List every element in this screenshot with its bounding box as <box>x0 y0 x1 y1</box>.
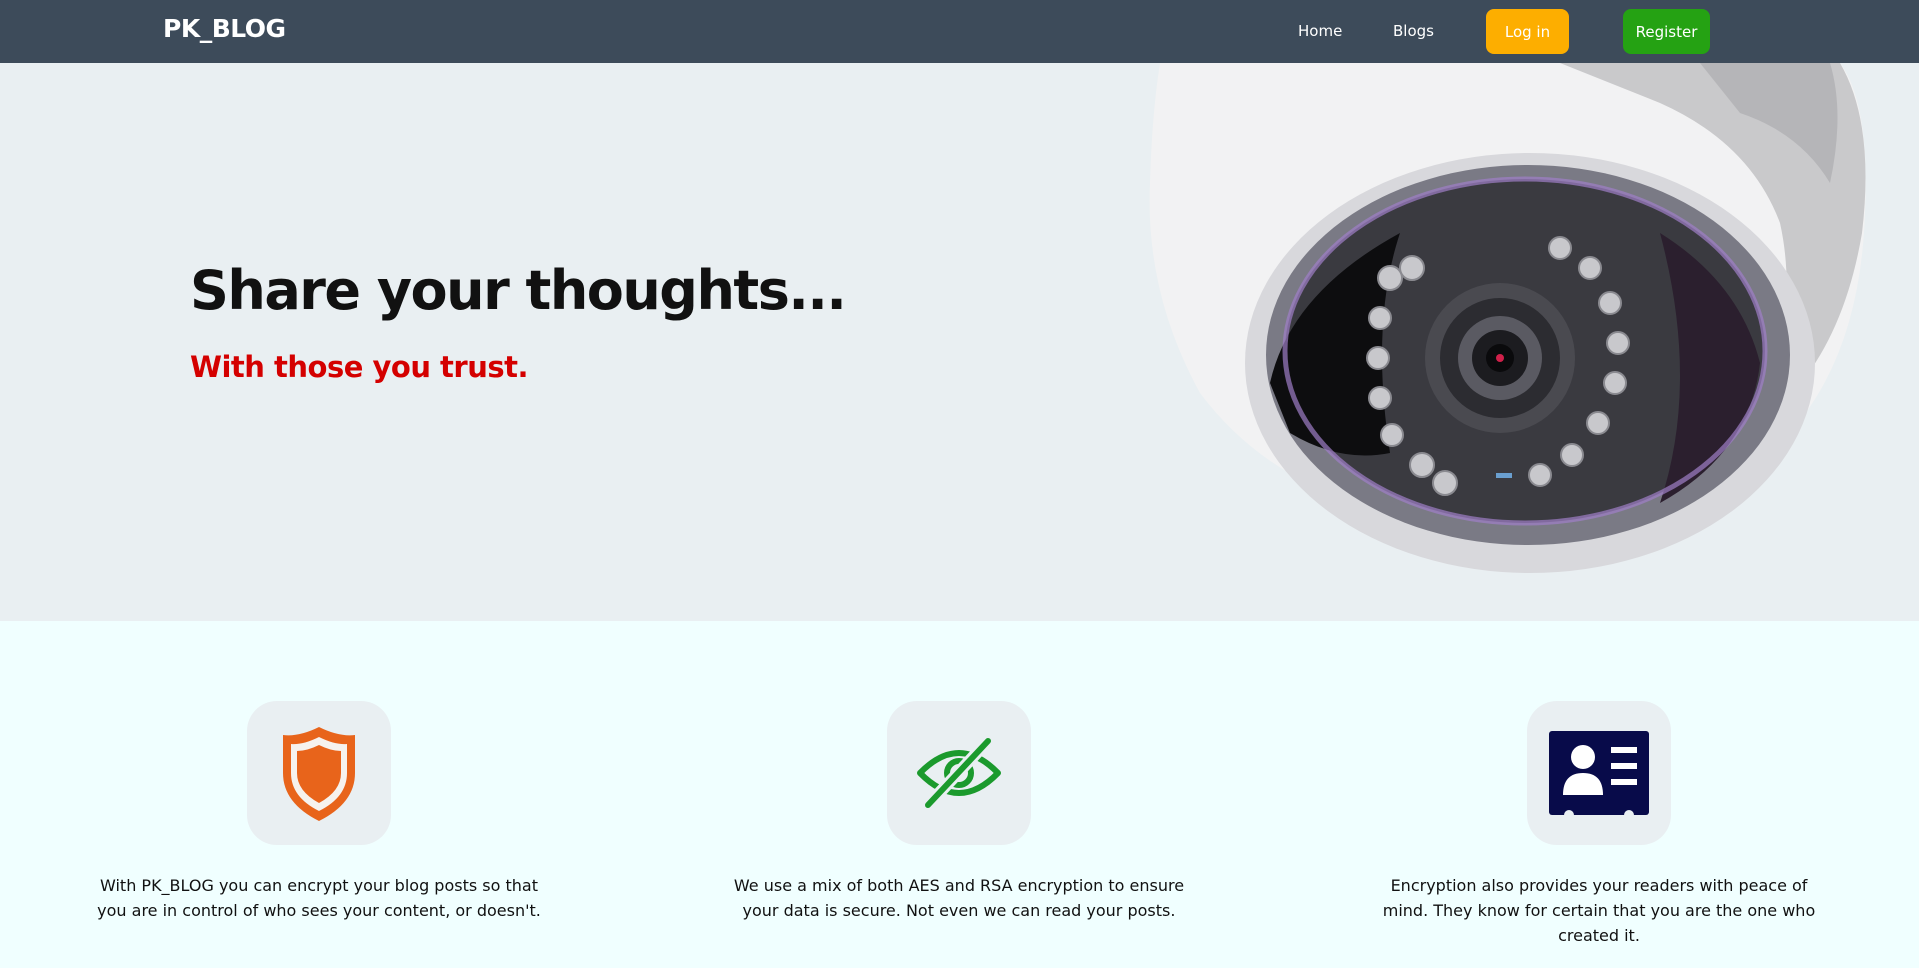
login-button[interactable]: Log in <box>1486 9 1569 54</box>
eye-slash-icon <box>887 701 1031 845</box>
hero-title: Share your thoughts... <box>190 259 847 322</box>
feature-card: With PK_BLOG you can encrypt your blog p… <box>19 701 619 923</box>
feature-text: Encryption also provides your readers wi… <box>1382 876 1816 945</box>
hero-subtitle: With those you trust. <box>190 350 529 384</box>
register-button[interactable]: Register <box>1623 9 1710 54</box>
nav-link-home[interactable]: Home <box>1298 22 1342 40</box>
shield-icon <box>247 701 391 845</box>
brand-logo[interactable]: PK_BLOG <box>163 14 286 43</box>
feature-text: With PK_BLOG you can encrypt your blog p… <box>97 876 541 920</box>
feature-text: We use a mix of both AES and RSA encrypt… <box>733 876 1185 920</box>
nav-link-blogs[interactable]: Blogs <box>1393 22 1434 40</box>
navbar: PK_BLOG Home Blogs Log in Register <box>0 0 1919 63</box>
security-camera-illustration <box>1149 63 1866 573</box>
hero-section: Share your thoughts... With those you tr… <box>0 63 1919 621</box>
feature-card: Encryption also provides your readers wi… <box>1299 701 1899 948</box>
id-card-icon <box>1527 701 1671 845</box>
features-section: With PK_BLOG you can encrypt your blog p… <box>0 621 1919 968</box>
feature-card: We use a mix of both AES and RSA encrypt… <box>659 701 1259 923</box>
